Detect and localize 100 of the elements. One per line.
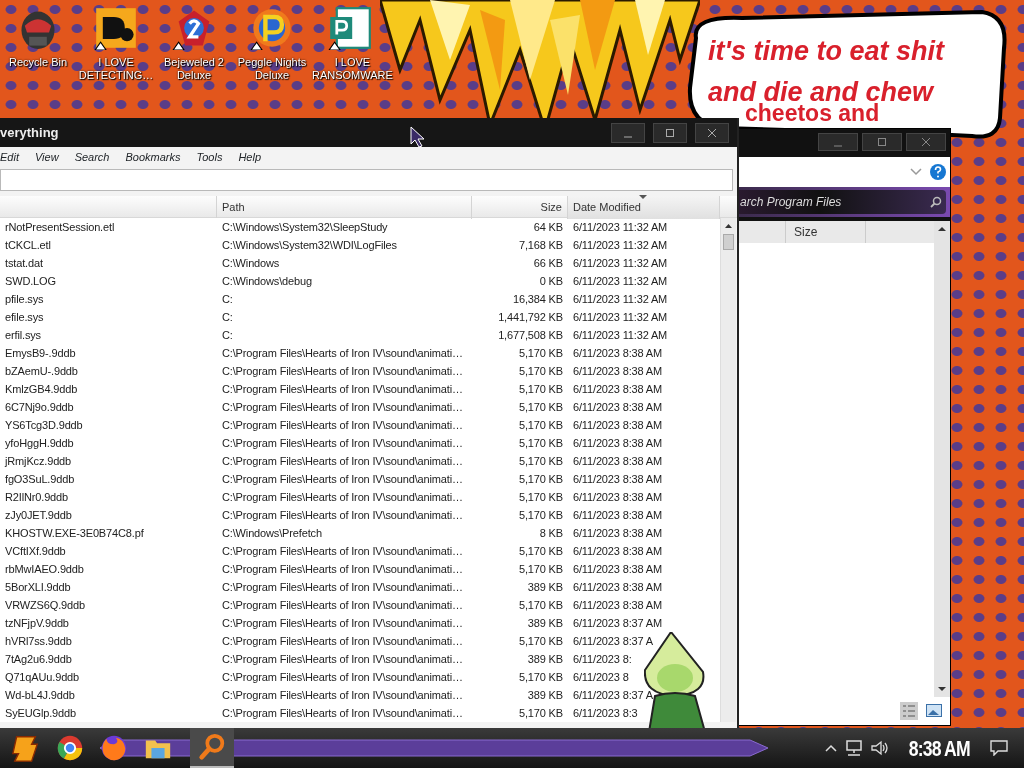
icon-label[interactable]: I LOVE RANSOMWARE <box>312 56 393 82</box>
file-size: 5,170 KB <box>517 562 564 577</box>
file-size: 389 KB <box>526 580 564 595</box>
file-path: C:\Program Files\Hearts of Iron IV\sound\animati… <box>221 364 464 379</box>
file-size: 5,170 KB <box>517 490 564 505</box>
clock[interactable]: 8:38 AM <box>909 731 971 765</box>
date-modified: 6/11/2023 8:38 AM <box>572 454 663 469</box>
help-icon[interactable] <box>930 164 946 180</box>
file-path: C:\Program Files\Hearts of Iron IV\sound\animati… <box>221 418 464 433</box>
close-button[interactable] <box>695 122 729 143</box>
file-path: C:\Program Files\Hearts of Iron IV\sound\animati… <box>221 490 464 505</box>
file-size: 5,170 KB <box>517 634 564 649</box>
icon-label[interactable]: Peggle Nights Deluxe <box>234 56 310 82</box>
notification-icon[interactable] <box>990 740 1008 756</box>
icon-label[interactable]: I LOVE DETECTING… <box>78 56 154 82</box>
date-modified: 6/11/2023 8:38 AM <box>572 508 663 523</box>
search-field[interactable]: arch Program Files <box>736 190 946 214</box>
bubble-text: cheetos and <box>745 100 880 126</box>
file-name: rNotPresentSession.etl <box>4 220 116 235</box>
date-modified: 6/11/2023 8:38 AM <box>572 382 663 397</box>
thumbnail-view-icon[interactable] <box>926 704 942 718</box>
search-field[interactable] <box>0 169 733 191</box>
file-size: 5,170 KB <box>517 670 564 685</box>
file-size: 389 KB <box>526 652 564 667</box>
file-path: C:\Program Files\Hearts of Iron IV\sound\animati… <box>221 472 464 487</box>
close-button[interactable] <box>906 133 946 151</box>
file-name: tzNFjpV.9ddb <box>4 616 70 631</box>
file-path: C:\Program Files\Hearts of Iron IV\sound\animati… <box>221 382 464 397</box>
file-name: hVRl7ss.9ddb <box>4 634 73 649</box>
app-icon[interactable] <box>250 6 294 50</box>
file-name: Wd-bL4J.9ddb <box>4 688 76 703</box>
file-size: 7,168 KB <box>517 238 564 253</box>
file-path: C:\Windows\System32\SleepStudy <box>221 220 389 235</box>
date-modified: 6/11/2023 8:37 AM <box>572 616 663 631</box>
browser-icon <box>55 733 85 763</box>
file-path: C:\Windows\debug <box>221 274 313 289</box>
file-name: R2IlNr0.9ddb <box>4 490 69 505</box>
scroll-thumb[interactable] <box>723 234 734 250</box>
maximize-button[interactable] <box>653 122 687 143</box>
file-path: C:\Program Files\Hearts of Iron IV\sound\animati… <box>221 544 464 559</box>
maximize-button[interactable] <box>862 133 902 151</box>
file-path: C:\Program Files\Hearts of Iron IV\sound\animati… <box>221 706 464 721</box>
file-path: C: <box>221 292 234 307</box>
app-icon[interactable] <box>94 6 138 50</box>
file-size: 66 KB <box>532 256 564 271</box>
volume-icon[interactable] <box>871 740 890 756</box>
file-name: yfoHggH.9ddb <box>4 436 75 451</box>
menu-item[interactable]: Search <box>74 148 110 166</box>
file-size: 389 KB <box>526 688 564 703</box>
file-name: efile.sys <box>4 310 45 325</box>
maximize-icon <box>666 128 674 137</box>
scrollbar[interactable] <box>934 221 950 697</box>
icon-label[interactable]: Bejeweled 2 Deluxe <box>156 56 232 82</box>
app-icon[interactable] <box>328 6 372 50</box>
scrollbar[interactable] <box>720 218 736 722</box>
date-modified: 6/11/2023 8:38 AM <box>572 490 663 505</box>
column-header[interactable]: Date Modified <box>568 196 720 219</box>
file-path: C:\Program Files\Hearts of Iron IV\sound\animati… <box>221 634 464 649</box>
file-name: tstat.dat <box>4 256 44 271</box>
file-name: 7tAg2u6.9ddb <box>4 652 73 667</box>
file-name: bZAemU-.9ddb <box>4 364 79 379</box>
network-icon[interactable] <box>845 740 864 756</box>
file-size: 5,170 KB <box>517 364 564 379</box>
file-size: 5,170 KB <box>517 598 564 613</box>
search-icon[interactable] <box>930 196 942 208</box>
file-name: KHOSTW.EXE-3E0B74C8.pf <box>4 526 145 541</box>
date-modified: 6/11/2023 8:38 AM <box>572 580 663 595</box>
close-icon <box>708 128 716 137</box>
date-modified: 6/11/2023 8 <box>572 670 630 685</box>
menu-item[interactable]: Tools <box>196 148 223 166</box>
menu-item[interactable]: View <box>34 148 59 166</box>
file-name: SyEUGlp.9ddb <box>4 706 77 721</box>
date-modified: 6/11/2023 8: <box>572 652 633 667</box>
icon-label[interactable]: Recycle Bin <box>8 56 68 69</box>
menu-item[interactable]: Help <box>238 148 262 166</box>
cursor-icon <box>410 126 426 148</box>
file-path: C:\Windows\Prefetch <box>221 526 323 541</box>
file-name: EmysB9-.9ddb <box>4 346 77 361</box>
address-bar[interactable] <box>736 157 950 187</box>
maximize-icon <box>878 138 886 146</box>
sort-icon <box>639 195 647 199</box>
date-modified: 6/11/2023 11:32 AM <box>572 220 669 235</box>
file-size: 5,170 KB <box>517 418 564 433</box>
minimize-icon <box>834 145 842 147</box>
file-size: 16,384 KB <box>511 292 564 307</box>
date-modified: 6/11/2023 8:38 AM <box>572 598 663 613</box>
minimize-button[interactable] <box>611 122 645 143</box>
file-name: YS6Tcg3D.9ddb <box>4 418 84 433</box>
file-path: C:\Program Files\Hearts of Iron IV\sound\animati… <box>221 616 464 631</box>
menu-item[interactable]: Bookmarks <box>125 148 181 166</box>
menu-item[interactable]: Edit <box>0 148 19 166</box>
date-modified: 6/11/2023 8:37 A <box>572 634 654 649</box>
file-size: 5,170 KB <box>517 346 564 361</box>
file-name: jRmjKcz.9ddb <box>3 454 73 469</box>
date-modified: 6/11/2023 8:38 AM <box>572 400 663 415</box>
file-size: 64 KB <box>532 220 564 235</box>
file-name: VRWZS6Q.9ddb <box>4 598 86 613</box>
file-path: C:\Program Files\Hearts of Iron IV\sound\animati… <box>221 652 464 667</box>
date-modified: 6/11/2023 8:38 AM <box>572 562 663 577</box>
file-size: 8 KB <box>538 526 564 541</box>
